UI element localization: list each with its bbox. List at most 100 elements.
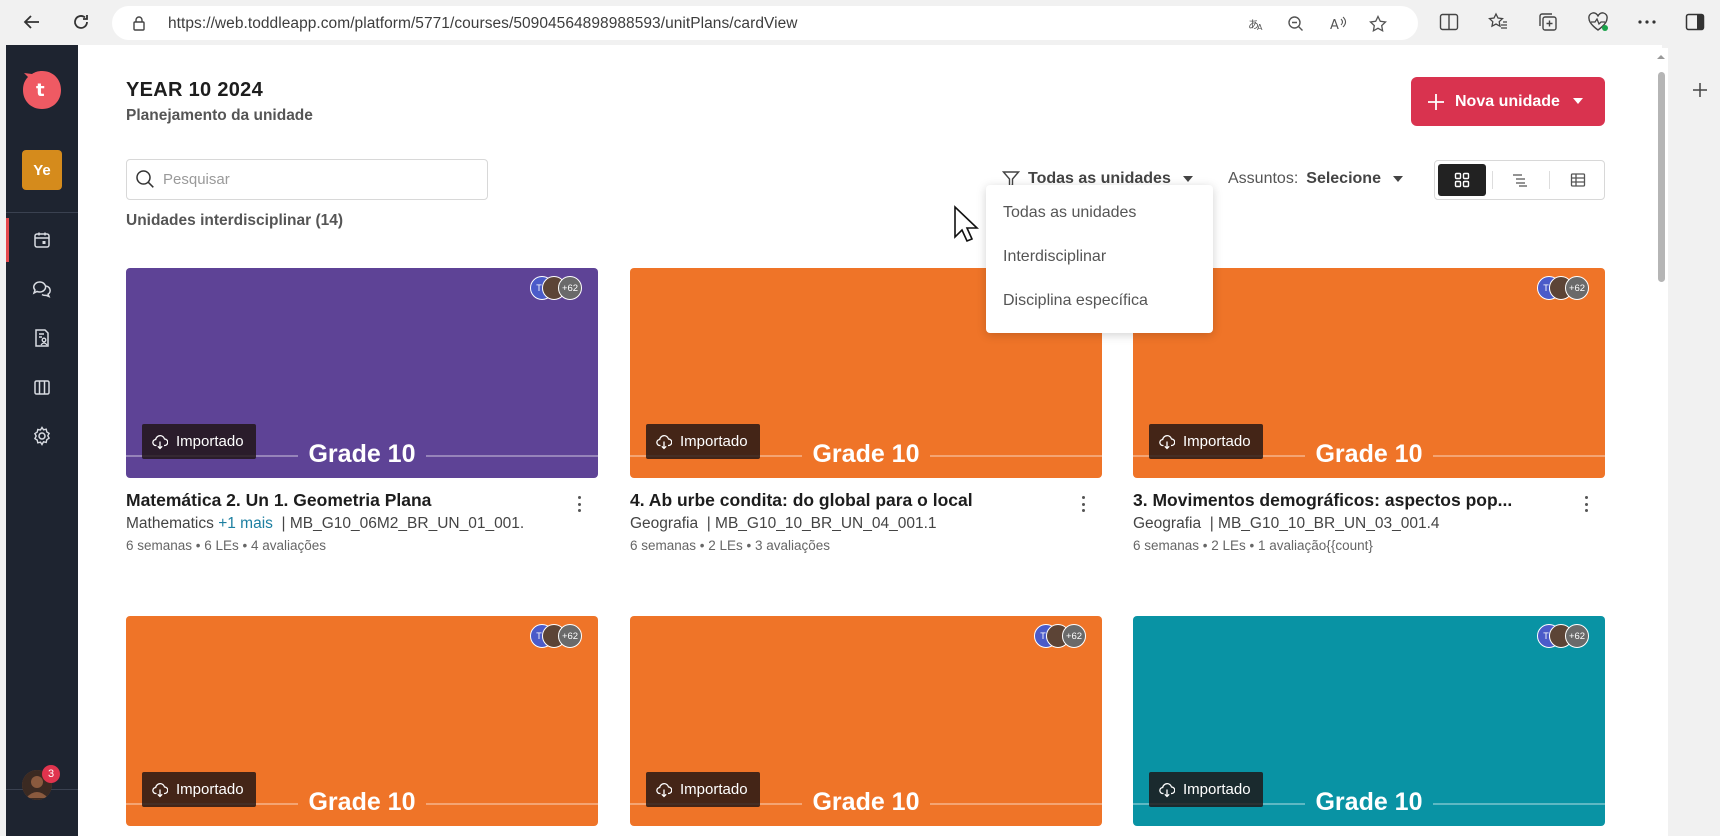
search-input[interactable] bbox=[163, 160, 473, 199]
sidebar-item-planning[interactable] bbox=[6, 316, 78, 360]
imported-label: Importado bbox=[1183, 781, 1251, 798]
favorites-icon[interactable] bbox=[1487, 11, 1509, 33]
sidebar-item-settings[interactable] bbox=[6, 414, 78, 458]
unit-card[interactable]: TS +62 Grade 10 Importado bbox=[1133, 616, 1605, 826]
table-view-button[interactable] bbox=[1554, 164, 1602, 196]
sidebar-item-messages[interactable] bbox=[6, 267, 78, 311]
card-view-button[interactable] bbox=[1438, 164, 1486, 196]
page-subtitle: Planejamento da unidade bbox=[126, 107, 313, 124]
avatar-more-count: +62 bbox=[1565, 624, 1589, 648]
browser-essentials-icon[interactable] bbox=[1587, 11, 1609, 33]
search-box[interactable] bbox=[126, 159, 488, 200]
unit-cover[interactable]: TS +62 Grade 10 Importado bbox=[1133, 616, 1605, 826]
cloud-download-icon bbox=[656, 782, 672, 798]
back-icon[interactable] bbox=[20, 10, 44, 34]
collaborator-avatars[interactable]: TS +62 bbox=[1537, 276, 1597, 300]
split-screen-icon[interactable] bbox=[1438, 11, 1460, 33]
read-aloud-icon[interactable]: A bbox=[1328, 14, 1348, 34]
scroll-up-icon[interactable] bbox=[1654, 52, 1668, 62]
imported-tag: Importado bbox=[646, 424, 760, 459]
add-icon[interactable] bbox=[1692, 82, 1708, 98]
unit-subject: Geografia bbox=[1133, 515, 1202, 532]
more-options-icon[interactable] bbox=[571, 494, 587, 514]
refresh-icon[interactable] bbox=[69, 10, 93, 34]
imported-tag: Importado bbox=[646, 772, 760, 807]
sidebar-divider bbox=[6, 212, 78, 213]
unit-cover[interactable]: TS +62 Grade 10 Importado bbox=[126, 616, 598, 826]
document-user-icon bbox=[35, 329, 49, 347]
unit-meta: 6 semanas • 2 LEs • 3 avaliações bbox=[630, 538, 831, 553]
svg-text:A: A bbox=[1257, 23, 1263, 32]
cloud-download-icon bbox=[1159, 782, 1175, 798]
subjects-value: Selecione bbox=[1306, 170, 1381, 187]
imported-label: Importado bbox=[1183, 433, 1251, 450]
unit-card[interactable]: TS +62 Grade 10 Importado bbox=[126, 616, 598, 826]
unit-card[interactable]: TS +62 Grade 10 Importado Matemática 2. … bbox=[126, 268, 598, 553]
main-content: YEAR 10 2024 Planejamento da unidade Nov… bbox=[78, 45, 1662, 836]
favorite-star-icon[interactable] bbox=[1368, 14, 1388, 34]
subjects-label: Assuntos: bbox=[1228, 170, 1299, 187]
collaborator-avatars[interactable]: TS +62 bbox=[530, 276, 590, 300]
collaborator-avatars[interactable]: TS +62 bbox=[1537, 624, 1597, 648]
more-options-icon[interactable] bbox=[1075, 494, 1091, 514]
toddle-logo[interactable]: t bbox=[21, 69, 63, 111]
avatar-more-count: +62 bbox=[1062, 624, 1086, 648]
mouse-cursor-icon bbox=[953, 205, 979, 248]
notification-badge[interactable]: 3 bbox=[42, 765, 60, 783]
page-scrollbar[interactable] bbox=[1654, 48, 1668, 836]
url-text[interactable]: https://web.toddleapp.com/platform/5771/… bbox=[168, 15, 798, 33]
unit-title[interactable]: 4. Ab urbe condita: do global para o loc… bbox=[630, 490, 1060, 511]
sidebar-item-library[interactable] bbox=[6, 365, 78, 409]
workspace-badge[interactable]: Ye bbox=[22, 150, 62, 190]
unit-title[interactable]: 3. Movimentos demográficos: aspectos pop… bbox=[1133, 490, 1563, 511]
unit-title[interactable]: Matemática 2. Un 1. Geometria Plana bbox=[126, 490, 556, 511]
imported-tag: Importado bbox=[1149, 424, 1263, 459]
cloud-download-icon bbox=[152, 782, 168, 798]
chat-icon bbox=[32, 281, 51, 298]
unit-cover[interactable]: TS +62 Grade 10 Importado bbox=[126, 268, 598, 478]
new-unit-button[interactable]: Nova unidade bbox=[1411, 77, 1605, 126]
more-options-icon[interactable] bbox=[1578, 494, 1594, 514]
unit-code: | MB_G10_10_BR_UN_04_001.1 bbox=[706, 515, 937, 532]
dropdown-option-subject-specific[interactable]: Disciplina específica bbox=[1003, 292, 1148, 310]
sidebar-item-calendar[interactable] bbox=[6, 218, 78, 262]
collections-icon[interactable] bbox=[1537, 11, 1559, 33]
scroll-thumb[interactable] bbox=[1658, 72, 1665, 282]
browser-chrome: https://web.toddleapp.com/platform/5771/… bbox=[0, 0, 1720, 45]
imported-tag: Importado bbox=[1149, 772, 1263, 807]
tree-list-icon bbox=[1513, 174, 1527, 187]
sidebar-toggle-icon[interactable] bbox=[1684, 11, 1706, 33]
translate-icon[interactable]: あA bbox=[1246, 14, 1266, 34]
more-menu-icon[interactable] bbox=[1636, 11, 1658, 33]
grid-icon bbox=[1454, 172, 1470, 188]
calendar-icon bbox=[34, 232, 50, 248]
view-separator bbox=[1492, 171, 1493, 189]
more-subjects-link[interactable]: +1 mais bbox=[218, 515, 273, 532]
unit-subject: Geografia bbox=[630, 515, 699, 532]
chevron-down-icon bbox=[1182, 176, 1193, 182]
chevron-down-icon bbox=[1573, 98, 1583, 104]
unit-cover[interactable]: TS +62 Grade 10 Importado bbox=[630, 616, 1102, 826]
unit-subject: Mathematics bbox=[126, 515, 214, 532]
new-unit-label: Nova unidade bbox=[1455, 92, 1560, 110]
avatar-more-count: +62 bbox=[558, 624, 582, 648]
address-bar[interactable]: https://web.toddleapp.com/platform/5771/… bbox=[112, 6, 1418, 40]
imported-label: Importado bbox=[176, 433, 244, 450]
dropdown-option-all[interactable]: Todas as unidades bbox=[1003, 204, 1136, 222]
list-view-button[interactable] bbox=[1496, 164, 1544, 196]
collaborator-avatars[interactable]: TS +62 bbox=[530, 624, 590, 648]
view-switcher bbox=[1434, 160, 1605, 200]
page-title: YEAR 10 2024 bbox=[126, 79, 264, 101]
subjects-filter[interactable]: Assuntos: Selecione bbox=[1228, 163, 1403, 195]
svg-text:A: A bbox=[1330, 18, 1339, 33]
imported-tag: Importado bbox=[142, 772, 256, 807]
dropdown-option-interdisciplinary[interactable]: Interdisciplinar bbox=[1003, 248, 1106, 266]
collaborator-avatars[interactable]: TS +62 bbox=[1034, 624, 1094, 648]
imported-tag: Importado bbox=[142, 424, 256, 459]
imported-label: Importado bbox=[680, 781, 748, 798]
unit-card[interactable]: TS +62 Grade 10 Importado bbox=[630, 616, 1102, 826]
cloud-download-icon bbox=[152, 434, 168, 450]
table-icon bbox=[1570, 173, 1586, 187]
unit-subject-line: Mathematics +1 mais | MB_G10_06M2_BR_UN_… bbox=[126, 515, 541, 533]
zoom-out-icon[interactable] bbox=[1286, 14, 1306, 34]
